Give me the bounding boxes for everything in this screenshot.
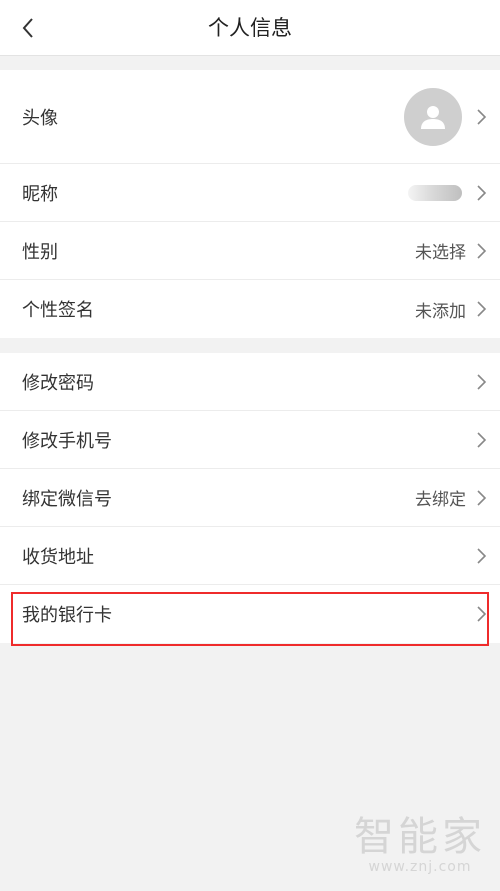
chevron-right-icon xyxy=(477,489,487,506)
row-value: 未选择 xyxy=(415,243,466,263)
watermark-brand: 智能家 xyxy=(354,814,486,860)
nav-bar: 个人信息 xyxy=(0,0,500,56)
row-label: 修改手机号 xyxy=(22,430,112,452)
row-label: 绑定微信号 xyxy=(22,488,112,510)
row-label: 个性签名 xyxy=(22,300,94,321)
row-nickname[interactable]: 昵称 xyxy=(0,164,500,222)
row-avatar[interactable]: 头像 xyxy=(0,70,500,164)
chevron-right-icon xyxy=(477,184,487,201)
row-change-password[interactable]: 修改密码 xyxy=(0,353,500,411)
user-silhouette-icon xyxy=(421,105,445,129)
row-label: 我的银行卡 xyxy=(22,605,112,626)
row-signature[interactable]: 个性签名 未添加 xyxy=(0,280,500,338)
row-label: 收货地址 xyxy=(22,546,94,568)
chevron-right-icon xyxy=(477,431,487,448)
chevron-right-icon xyxy=(477,373,487,390)
chevron-left-icon xyxy=(22,18,33,38)
chevron-right-icon xyxy=(477,547,487,564)
watermark-url: www.znj.com xyxy=(368,859,472,875)
row-shipping-address[interactable]: 收货地址 xyxy=(0,527,500,585)
profile-group: 头像 昵称 性别 未选择 个性签名 未添加 xyxy=(0,70,500,338)
row-label: 头像 xyxy=(22,107,58,129)
back-button[interactable] xyxy=(12,12,44,44)
row-bind-wechat[interactable]: 绑定微信号 去绑定 xyxy=(0,469,500,527)
row-value: 去绑定 xyxy=(415,490,466,510)
account-group: 修改密码 修改手机号 绑定微信号 去绑定 收货地址 我的银行卡 xyxy=(0,353,500,643)
row-label: 性别 xyxy=(22,241,58,263)
row-change-phone[interactable]: 修改手机号 xyxy=(0,411,500,469)
chevron-right-icon xyxy=(477,242,487,259)
nickname-value-blurred xyxy=(408,184,462,201)
page-title: 个人信息 xyxy=(208,16,292,40)
chevron-right-icon xyxy=(477,301,487,317)
chevron-right-icon xyxy=(477,606,487,622)
watermark: 智能家 www.znj.com xyxy=(354,815,486,875)
row-gender[interactable]: 性别 未选择 xyxy=(0,222,500,280)
row-value: 未添加 xyxy=(415,301,466,322)
row-label: 昵称 xyxy=(22,183,58,205)
row-my-bank-card[interactable]: 我的银行卡 xyxy=(0,585,500,643)
avatar[interactable] xyxy=(404,87,462,146)
chevron-right-icon xyxy=(477,108,487,125)
row-label: 修改密码 xyxy=(22,372,94,394)
